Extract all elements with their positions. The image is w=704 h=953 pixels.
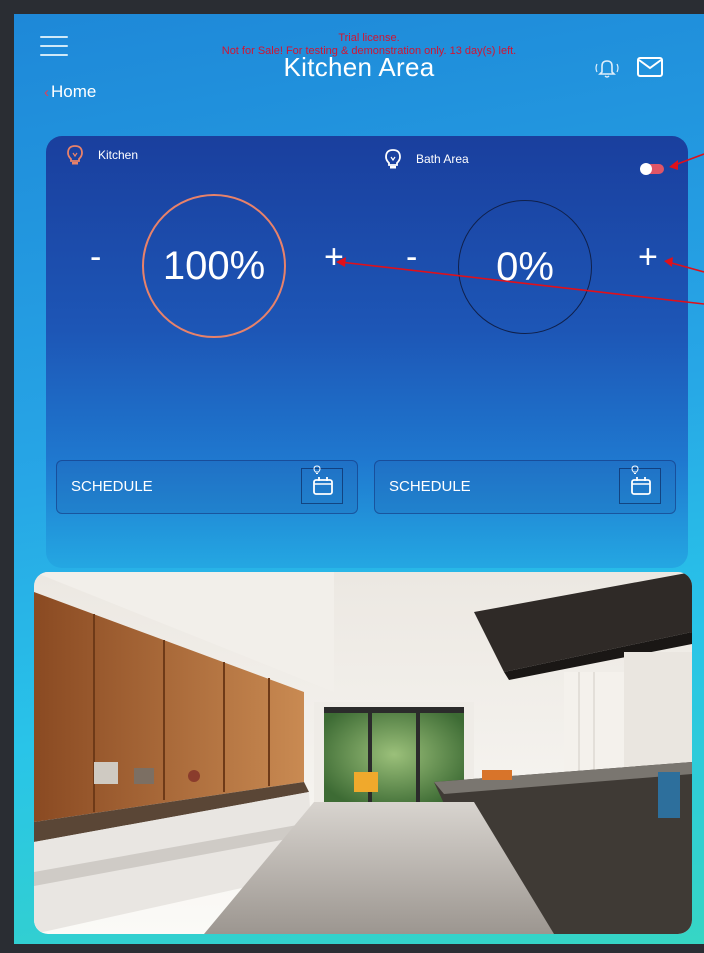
calendar-icon <box>313 477 333 495</box>
small-bulb-icon <box>313 465 321 474</box>
annotation-arrows <box>336 153 704 305</box>
app-screen: Kitchen Area Trial license. Not for Sale… <box>14 14 704 944</box>
kitchen-schedule[interactable]: SCHEDULE <box>56 460 358 514</box>
calendar-icon <box>631 477 651 495</box>
bath-schedule-calendar-button[interactable] <box>619 465 661 504</box>
schedule-label: SCHEDULE <box>71 478 153 495</box>
kitchen-schedule-calendar-button[interactable] <box>301 465 343 504</box>
small-bulb-icon <box>631 465 639 474</box>
schedule-label: SCHEDULE <box>389 478 471 495</box>
bath-schedule[interactable]: SCHEDULE <box>374 460 676 514</box>
kitchen-photo <box>34 572 692 934</box>
